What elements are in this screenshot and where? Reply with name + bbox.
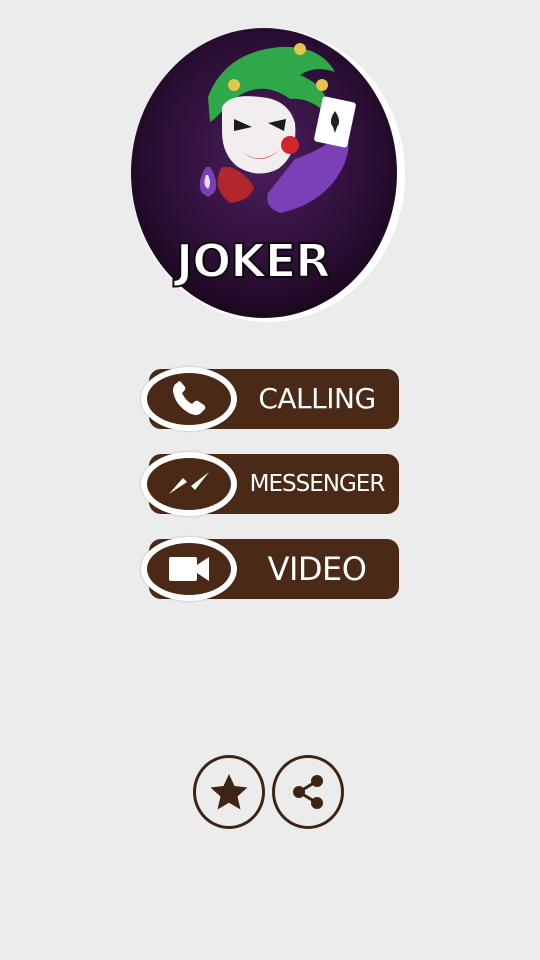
messenger-icon-disc [141,452,237,516]
rate-button[interactable] [193,755,265,829]
messenger-button[interactable]: MESSENGER [141,452,399,516]
calling-icon-disc [141,367,237,431]
messenger-bolt-icon [169,472,209,494]
logo-text: JOKER [173,234,330,288]
star-icon [210,774,248,810]
joker-logo: JOKER [130,27,406,323]
share-button[interactable] [272,755,344,829]
video-icon-disc [141,537,237,601]
calling-label: CALLING [258,382,376,415]
share-icon [293,775,323,809]
messenger-label: MESSENGER [249,471,386,497]
video-label: VIDEO [267,550,367,588]
video-camera-icon [169,557,209,581]
phone-icon [173,381,206,415]
calling-button[interactable]: CALLING [141,367,399,431]
video-button[interactable]: VIDEO [141,537,399,601]
